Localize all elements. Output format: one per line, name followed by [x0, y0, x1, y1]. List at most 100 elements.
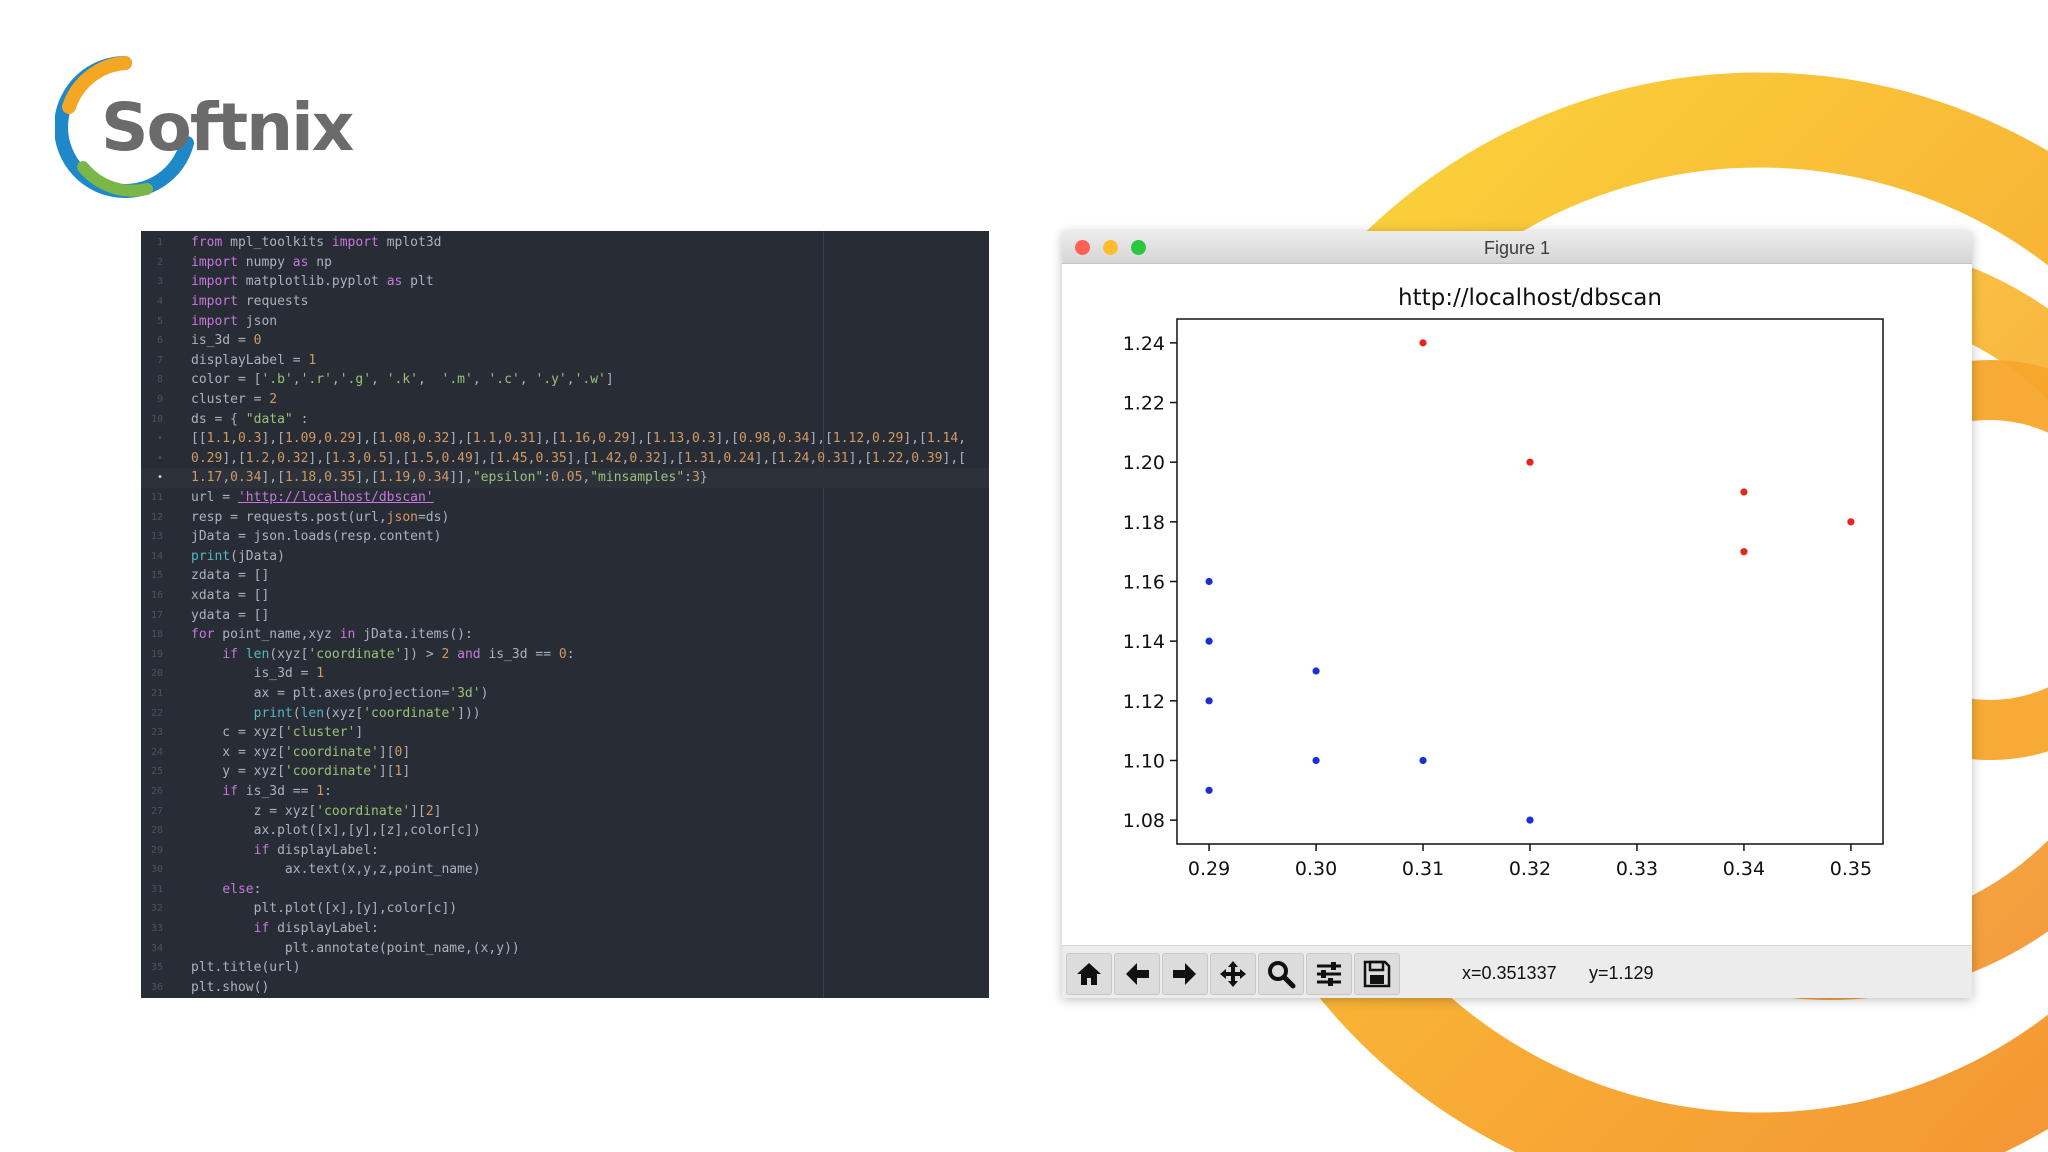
forward-arrow-icon	[1173, 963, 1196, 985]
code-text: import numpy as np	[191, 254, 332, 270]
code-text: plt.show()	[191, 979, 270, 995]
line-number: •	[156, 452, 163, 464]
line-number: •	[156, 472, 163, 484]
code-line: 33 if displayLabel:	[141, 919, 989, 939]
code-text: if len(xyz['coordinate']) > 2 and is_3d …	[222, 646, 575, 662]
home-button[interactable]	[1066, 953, 1112, 995]
code-text: print(jData)	[191, 548, 285, 564]
code-line: 19 if len(xyz['coordinate']) > 2 and is_…	[141, 644, 989, 664]
line-number: 23	[150, 727, 163, 739]
code-text: ax = plt.axes(projection='3d')	[191, 685, 489, 701]
code-text: url = 'http://localhost/dbscan'	[191, 490, 434, 506]
code-text: 1.17,0.34],[1.18,0.35],[1.19,0.34]],"eps…	[191, 470, 708, 486]
code-line: 28 ax.plot([x],[y],[z],color[c])	[141, 821, 989, 841]
line-number: 7	[156, 354, 163, 366]
editor-lines: 1 from mpl_toolkits import mplot3d 2 import…	[141, 233, 989, 997]
line-number: 8	[156, 374, 163, 386]
code-text: import requests	[191, 294, 309, 310]
line-number: 29	[150, 844, 163, 856]
line-number: 31	[150, 883, 163, 895]
code-text: ax.text(x,y,z,point_name)	[191, 862, 481, 878]
line-number: 33	[150, 923, 163, 935]
code-text: displayLabel = 1	[191, 352, 317, 368]
x-tick-label: 0.29	[1188, 858, 1230, 880]
code-text: xdata = []	[191, 587, 270, 603]
code-text: cluster = 2	[191, 392, 278, 408]
data-point	[1740, 548, 1748, 556]
x-tick-label: 0.34	[1723, 858, 1765, 880]
code-line: 7 displayLabel = 1	[141, 351, 989, 371]
line-number: 28	[150, 825, 163, 837]
code-text: ydata = []	[191, 607, 270, 623]
code-text: c = xyz['cluster']	[191, 725, 364, 741]
code-line: 2 import numpy as np	[141, 253, 989, 273]
code-line: 9 cluster = 2	[141, 390, 989, 410]
code-line: 27 z = xyz['coordinate'][2]	[141, 801, 989, 821]
figure-window: Figure 1 http://localhost/dbscan 1.08 1.1…	[1062, 231, 1972, 998]
save-icon	[1363, 960, 1391, 988]
line-number: 10	[150, 413, 163, 425]
line-number: 32	[150, 903, 163, 915]
zoom-tool-button[interactable]	[1258, 953, 1304, 995]
x-tick-label: 0.31	[1402, 858, 1444, 880]
y-tick-label: 1.08	[1123, 810, 1165, 832]
line-number: 36	[150, 981, 163, 993]
back-button[interactable]	[1114, 953, 1160, 995]
y-tick-label: 1.24	[1123, 333, 1165, 355]
line-number: 18	[150, 629, 163, 641]
y-tick-label: 1.22	[1123, 393, 1165, 415]
data-point	[1205, 786, 1213, 794]
scatter-plot[interactable]: http://localhost/dbscan 1.08 1.10 1.12 1.14…	[1062, 263, 1972, 945]
code-line: 17 ydata = []	[141, 605, 989, 625]
code-line: 31 else:	[141, 880, 989, 900]
data-point	[1205, 577, 1213, 586]
data-point	[1740, 488, 1748, 496]
forward-button[interactable]	[1162, 953, 1208, 995]
code-line: • 1.17,0.34],[1.18,0.35],[1.19,0.34]],"ep…	[141, 468, 989, 488]
pan-button[interactable]	[1210, 953, 1256, 995]
line-number: 11	[150, 492, 163, 504]
data-point	[1419, 756, 1427, 765]
pan-icon	[1220, 961, 1246, 987]
code-line: 35 plt.title(url)	[141, 958, 989, 978]
y-tick-label: 1.16	[1123, 572, 1165, 594]
code-text: is_3d = 0	[191, 333, 262, 349]
plot-area	[1176, 318, 1884, 845]
line-number: 34	[150, 942, 163, 954]
window-titlebar[interactable]: Figure 1	[1062, 231, 1972, 264]
line-number: 14	[150, 550, 163, 562]
code-line: 34 plt.annotate(point_name,(x,y))	[141, 938, 989, 958]
chart-title: http://localhost/dbscan	[1398, 285, 1662, 311]
code-text: else:	[222, 881, 262, 897]
line-number: 2	[156, 256, 163, 268]
code-text: z = xyz['coordinate'][2]	[191, 803, 442, 819]
code-line: 12 resp = requests.post(url,json=ds)	[141, 507, 989, 527]
line-number: 22	[150, 707, 163, 719]
code-text: from mpl_toolkits import mplot3d	[191, 235, 442, 251]
save-button[interactable]	[1354, 953, 1400, 995]
line-number: 35	[150, 962, 163, 974]
code-editor[interactable]: 1 from mpl_toolkits import mplot3d 2 import…	[141, 231, 989, 998]
code-line: 26 if is_3d == 1:	[141, 782, 989, 802]
y-tick-label: 1.20	[1123, 452, 1165, 474]
line-number: 13	[150, 531, 163, 543]
code-line: 23 c = xyz['cluster']	[141, 723, 989, 743]
line-number: 3	[156, 276, 163, 288]
home-icon	[1077, 963, 1101, 985]
x-tick-label: 0.35	[1830, 858, 1872, 880]
line-number: 24	[150, 746, 163, 758]
data-point	[1419, 339, 1427, 347]
line-number: 15	[150, 570, 163, 582]
window-title: Figure 1	[1483, 238, 1551, 258]
data-point	[1205, 637, 1213, 645]
code-line: 3 import matplotlib.pyplot as plt	[141, 272, 989, 292]
line-number: 19	[150, 648, 163, 660]
code-text: is_3d = 1	[191, 666, 325, 682]
configure-subplots-button[interactable]	[1306, 953, 1352, 995]
code-line: 36 plt.show()	[141, 978, 989, 998]
y-tick-label: 1.14	[1123, 631, 1165, 653]
line-number: 21	[150, 687, 163, 699]
code-text: plt.title(url)	[191, 960, 301, 976]
y-tick-label: 1.12	[1123, 691, 1165, 713]
code-text: if displayLabel:	[253, 842, 379, 858]
